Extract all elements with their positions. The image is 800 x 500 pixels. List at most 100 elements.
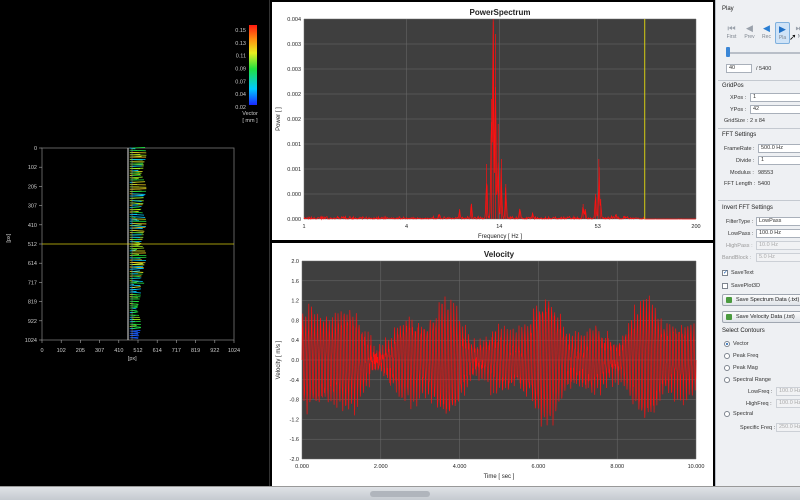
vector-arrow [132,208,142,211]
specific-freq-input[interactable]: 250.0 Hz [776,423,800,432]
status-strip [0,486,800,500]
x-tick-label: 410 [114,348,123,354]
y-tick-label: 922 [28,319,37,325]
y-tick-label: 0.003 [287,67,301,73]
colorbar-tick: 0.09 [235,67,246,73]
y-axis-label: Velocity [ m/s ] [276,340,282,379]
x-tick-label: 512 [133,348,142,354]
ypos-input[interactable]: 42 [750,105,800,114]
colorbar-tick: 0.11 [236,54,246,60]
y-tick-label: 307 [28,204,37,210]
savetext-checkbox[interactable]: ✓ [722,270,728,276]
vector-arrow [132,275,140,278]
x-tick-label: 0 [40,348,43,354]
colorbar-tick: 0.04 [235,92,246,98]
fft-length-value: 5400 [758,181,771,187]
y-axis-unit: [px] [6,233,12,242]
y-tick-label: 0.000 [287,192,301,198]
y-tick-label: -2.0 [290,457,299,463]
vector-arrow [132,149,146,152]
x-axis-label: Time [ sec ] [484,474,515,480]
play-section-title: Play [722,6,734,12]
divide-input[interactable]: 1 [758,156,800,165]
y-tick-label: 0.001 [287,167,301,173]
velocity-chart[interactable]: Velocity 0.000 2.000 4.000 6.000 8.000 10.000 2… [272,243,713,486]
resize-handle[interactable] [370,491,430,497]
vector-arrow [132,310,138,312]
saveplot3d-checkbox[interactable] [722,283,728,289]
y-tick-label: 0.003 [287,42,301,48]
vector-field-plot[interactable]: 0.150.130.110.090.070.040.02Vector[ mm ]… [0,0,270,486]
vector-field-panel: 0.15 0.13 0.11 0.09 0.07 0.04 0.02 Vector[ mm ]… [0,0,270,486]
highfreq-input[interactable]: 100.0 Hz [776,399,800,408]
y-tick-label: 410 [28,223,37,229]
y-tick-label: 0.004 [287,17,301,23]
gridsize-value: 2 x 84 [750,118,765,124]
gridpos-title: GridPos [722,83,744,89]
play-reverse-icon: ◀ [763,23,770,33]
y-tick-label: -1.6 [290,437,299,443]
vector-arrow [132,204,139,206]
contour-peak-mag-radio[interactable] [724,365,730,371]
contour-peak-freq-radio[interactable] [724,353,730,359]
colorbar-unit: [ mm ] [242,118,258,124]
frame-input[interactable]: 40 [726,64,752,73]
x-tick-label: 614 [153,348,162,354]
x-tick-label: 4 [405,224,408,230]
y-tick-label: 614 [28,261,37,267]
x-tick-label: 14 [496,224,502,230]
power-spectrum-panel: PowerSpectrum 1 4 14 53 200 0.000 0.000 0.001 0.0… [272,2,713,240]
skip-back-icon: ⏮ [727,23,736,33]
vector-arrow [132,181,146,183]
x-tick-label: 8.000 [610,464,624,470]
power-spectrum-chart[interactable]: PowerSpectrum1 4 14 53 2000.0000.0000.0010.0… [272,2,713,240]
filtertype-select[interactable]: LowPass [756,217,800,226]
highpass-input[interactable]: 10.0 Hz [756,241,800,250]
modulus-value: 98553 [758,170,774,176]
frame-slider-thumb[interactable] [726,47,730,57]
fft-settings-title: FFT Settings [722,132,757,138]
y-tick-label: 0.4 [291,338,299,344]
y-tick-label: 0.002 [287,92,301,98]
x-tick-label: 4.000 [453,464,467,470]
colorbar-tick: 0.15 [235,28,246,34]
x-tick-label: 200 [691,224,700,230]
y-tick-label: 0.001 [287,142,301,148]
bandblock-input[interactable]: 5.0 Hz [756,253,800,262]
contour-spectral-radio[interactable] [724,411,730,417]
y-tick-label: 1.2 [291,299,299,305]
vector-arrow [132,256,147,259]
y-axis-label: Power [ ] [276,107,282,131]
control-panel: Play ⏮ First ◀ Prev ◀ Rec ▶ Pla ⏭ N ➚ 40… [715,0,800,486]
first-button[interactable]: ⏮ First [724,22,739,44]
y-tick-label: 0.0 [291,358,299,364]
colorbar [249,25,257,105]
play-icon: ▶ [779,24,786,34]
x-tick-label: 6.000 [532,464,546,470]
y-tick-label: 102 [28,165,37,171]
x-tick-label: 2.000 [374,464,388,470]
framerate-input[interactable]: 500.0 Hz [758,144,800,153]
rec-button[interactable]: ◀ Rec [759,22,774,44]
lowpass-input[interactable]: 100.0 Hz [756,229,800,238]
y-tick-label: 819 [28,300,37,306]
lowfreq-input[interactable]: 100.0 Hz [776,387,800,396]
save-file-icon [726,297,732,303]
play-button[interactable]: ▶ Pla [775,22,790,44]
vector-arrow [132,320,141,323]
frame-slider-track[interactable] [726,52,800,54]
save-velocity-button[interactable]: Save Velocity Data (.txt) [722,311,800,323]
y-tick-label: 0.8 [291,318,299,324]
invert-fft-title: Invert FFT Settings [722,205,773,211]
y-tick-label: -0.4 [290,378,299,384]
y-tick-label: 2.0 [291,259,299,265]
save-spectrum-button[interactable]: Save Spectrum Data (.txt) [722,294,800,306]
save-file-icon [726,314,732,320]
contour-vector-radio[interactable] [724,341,730,347]
prev-button[interactable]: ◀ Prev [742,22,757,44]
xpos-input[interactable]: 1 [750,93,800,102]
contour-spectral-range-radio[interactable] [724,377,730,383]
y-tick-label: 0.000 [287,217,301,223]
x-tick-label: 717 [172,348,181,354]
y-tick-label: 0.002 [287,117,301,123]
